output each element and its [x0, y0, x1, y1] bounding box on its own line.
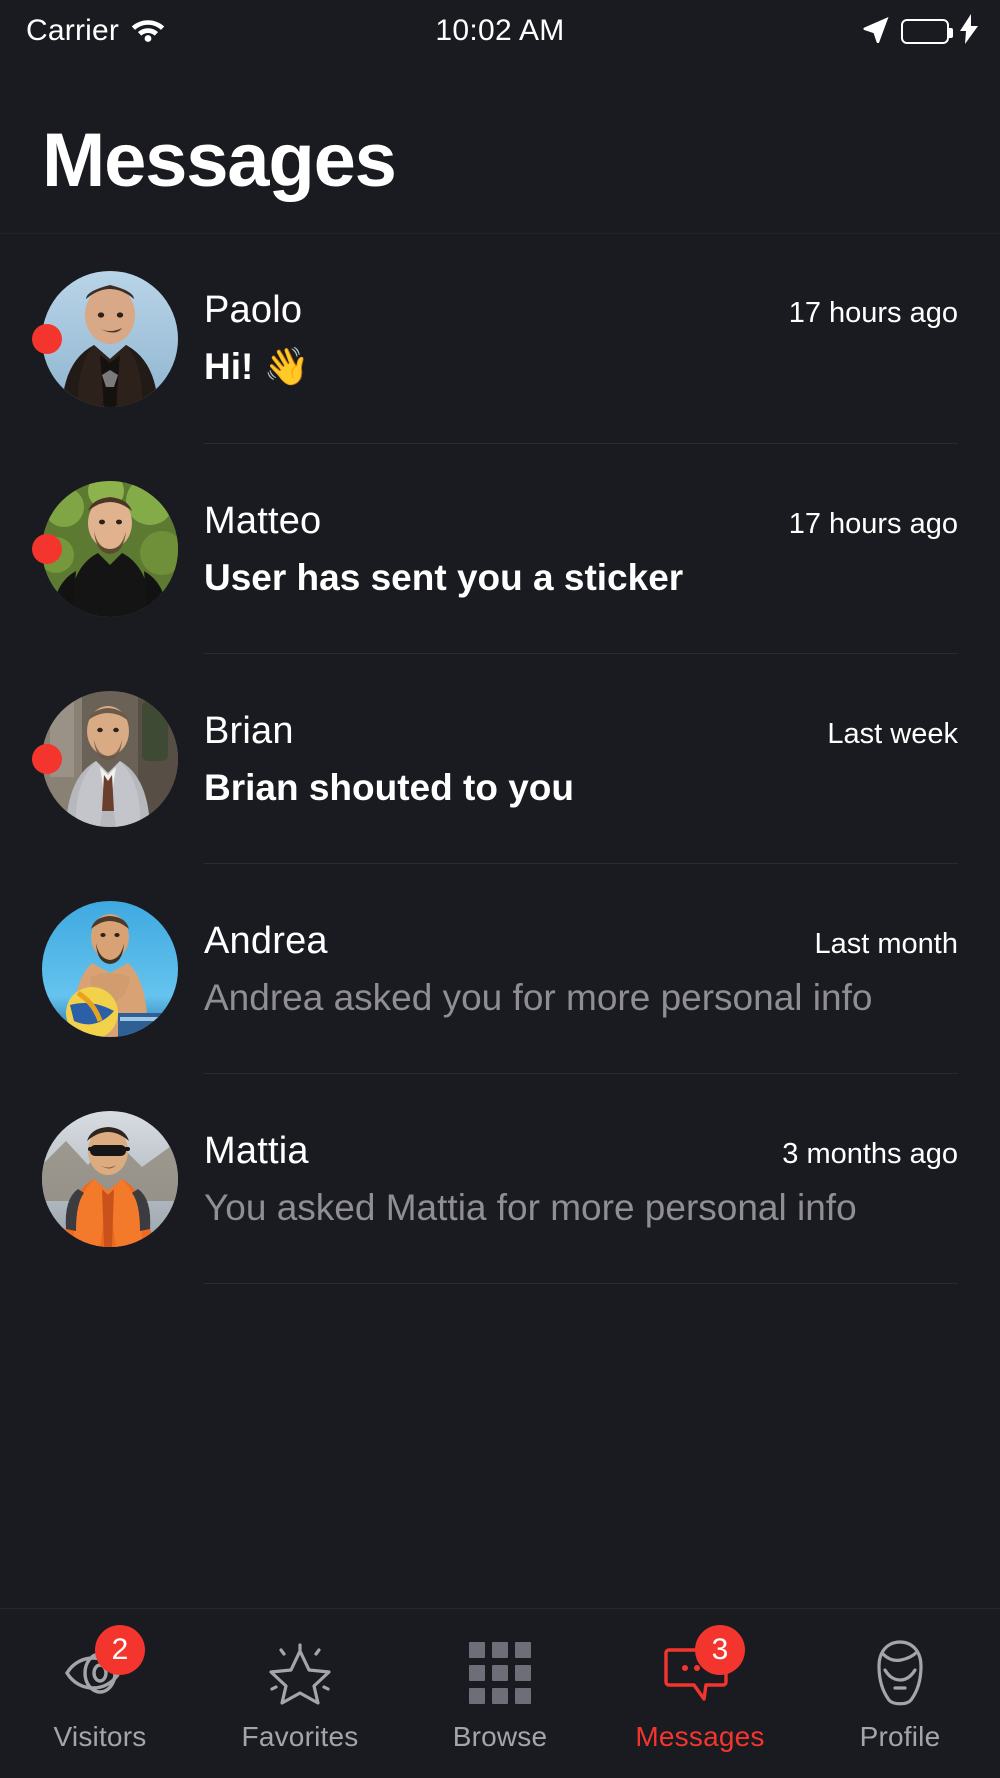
contact-name: Matteo [204, 499, 322, 542]
message-header-line: Andrea Last month [204, 920, 958, 963]
tab-icon-wrap: 3 [657, 1625, 745, 1711]
avatar-andrea[interactable] [42, 901, 178, 1037]
message-preview: Brian shouted to you [204, 766, 574, 808]
message-list[interactable]: Paolo 17 hours ago Hi! 👋 Matteo 17 hours… [0, 234, 1000, 1608]
tab-messages[interactable]: 3 Messages [600, 1625, 800, 1778]
page-title: Messages [42, 118, 397, 203]
avatar-container [32, 481, 178, 617]
message-content: Matteo 17 hours ago User has sent you a … [204, 500, 958, 599]
tab-browse[interactable]: Browse [400, 1635, 600, 1778]
avatar-paolo[interactable] [42, 271, 178, 407]
tab-label-favorites: Favorites [241, 1721, 359, 1752]
carrier-label: Carrier [26, 14, 120, 47]
battery-icon [901, 18, 953, 44]
message-preview: Hi! 👋 [204, 346, 310, 387]
contact-name: Brian [204, 709, 294, 752]
avatar-mattia[interactable] [42, 1111, 178, 1247]
avatar-container [32, 271, 178, 407]
bottom-tab-bar: 2 Visitors Favorites Browse 3 Messages P… [0, 1608, 1000, 1778]
grid-icon [469, 1642, 531, 1704]
tab-favorites[interactable]: Favorites [200, 1635, 400, 1778]
contact-name: Paolo [204, 289, 303, 331]
unread-indicator-dot [32, 744, 62, 774]
unread-indicator-dot [32, 324, 62, 354]
visitors-badge: 2 [95, 1625, 145, 1675]
message-preview: Andrea asked you for more personal info [204, 976, 873, 1018]
tab-icon-wrap [257, 1635, 343, 1711]
status-bar-right [862, 13, 978, 49]
tab-icon-wrap [857, 1635, 943, 1711]
message-preview: User has sent you a sticker [204, 556, 684, 598]
message-timestamp: Last week [827, 717, 958, 750]
tab-label-profile: Profile [859, 1721, 941, 1752]
message-timestamp: 17 hours ago [788, 297, 958, 329]
status-bar-left: Carrier [26, 14, 165, 48]
avatar-matteo[interactable] [42, 481, 178, 617]
message-preview: You asked Mattia for more personal info [204, 1186, 857, 1228]
message-content: Paolo 17 hours ago Hi! 👋 [204, 289, 958, 389]
message-timestamp: Last month [814, 927, 958, 960]
tab-label-messages: Messages [635, 1721, 765, 1752]
lightning-bolt-icon [960, 13, 978, 49]
avatar-brian[interactable] [42, 691, 178, 827]
tab-visitors[interactable]: 2 Visitors [0, 1625, 200, 1778]
message-row[interactable]: Paolo 17 hours ago Hi! 👋 [0, 234, 1000, 444]
contact-name: Andrea [204, 919, 328, 962]
tab-icon-wrap: 2 [57, 1625, 145, 1711]
unread-indicator-dot [32, 534, 62, 564]
location-arrow-icon [862, 15, 890, 48]
tab-profile[interactable]: Profile [800, 1635, 1000, 1778]
contact-name: Mattia [204, 1129, 309, 1172]
message-content: Mattia 3 months ago You asked Mattia for… [204, 1130, 958, 1229]
tab-label-browse: Browse [452, 1721, 548, 1752]
message-header-line: Matteo 17 hours ago [204, 500, 958, 543]
row-divider [204, 1283, 958, 1284]
messages-badge: 3 [695, 1625, 745, 1675]
message-header-line: Mattia 3 months ago [204, 1130, 958, 1173]
avatar-container [42, 1111, 178, 1247]
message-content: Andrea Last month Andrea asked you for m… [204, 920, 958, 1019]
message-row[interactable]: Andrea Last month Andrea asked you for m… [0, 864, 1000, 1074]
star-icon [266, 1641, 334, 1705]
message-header-line: Paolo 17 hours ago [204, 289, 958, 332]
message-row[interactable]: Mattia 3 months ago You asked Mattia for… [0, 1074, 1000, 1284]
tab-icon-wrap [457, 1635, 543, 1711]
message-header-line: Brian Last week [204, 710, 958, 753]
wifi-icon [131, 16, 165, 47]
avatar-container [42, 901, 178, 1037]
message-timestamp: 3 months ago [782, 1137, 958, 1170]
page-header: Messages [0, 62, 1000, 234]
message-content: Brian Last week Brian shouted to you [204, 710, 958, 809]
avatar-container [32, 691, 178, 827]
tab-label-visitors: Visitors [53, 1721, 147, 1752]
status-bar: Carrier 10:02 AM [0, 0, 1000, 62]
message-row[interactable]: Brian Last week Brian shouted to you [0, 654, 1000, 864]
message-row[interactable]: Matteo 17 hours ago User has sent you a … [0, 444, 1000, 654]
person-head-icon [871, 1640, 929, 1706]
message-timestamp: 17 hours ago [788, 507, 958, 540]
app-screen: Carrier 10:02 AM Messages Paolo 17 hours… [0, 0, 1000, 1778]
